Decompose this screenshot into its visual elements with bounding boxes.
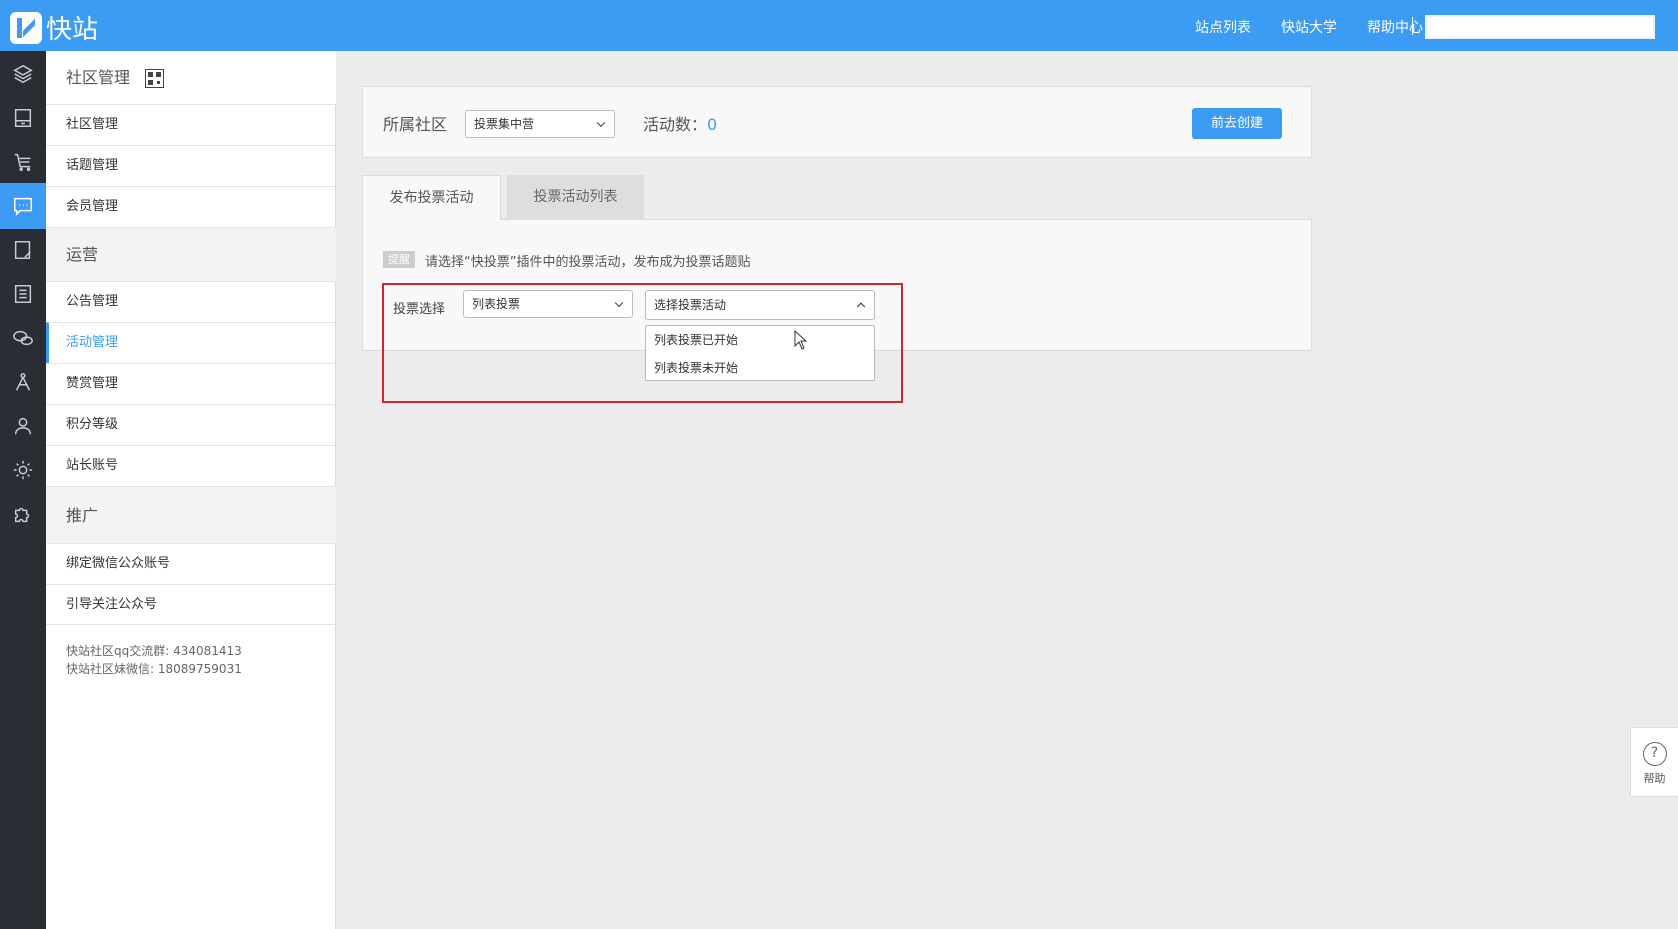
wechat-contact-info: 快站社区妹微信: 18089759031 bbox=[66, 662, 242, 676]
community-select[interactable]: 投票集中营 bbox=[465, 110, 615, 138]
dropdown-option-not-started[interactable]: 列表投票未开始 bbox=[646, 354, 874, 382]
nav-university[interactable]: 快站大学 bbox=[1281, 17, 1337, 37]
sidebar-contact-info: 快站社区qq交流群: 434081413 快站社区妹微信: 1808975903… bbox=[66, 642, 242, 678]
chevron-up-icon bbox=[856, 302, 866, 312]
rail-wechat[interactable] bbox=[0, 315, 46, 361]
rail-user[interactable] bbox=[0, 403, 46, 449]
activity-dropdown: 列表投票已开始 列表投票未开始 bbox=[645, 325, 875, 381]
qq-group-info: 快站社区qq交流群: 434081413 bbox=[66, 644, 242, 658]
chat-icon bbox=[14, 197, 32, 217]
vote-type-value: 列表投票 bbox=[472, 297, 521, 311]
list-doc-icon bbox=[14, 285, 32, 303]
rail-chat[interactable] bbox=[0, 183, 46, 229]
activity-select-placeholder: 选择投票活动 bbox=[654, 298, 727, 312]
rail-cart[interactable] bbox=[0, 139, 46, 185]
community-card: 所属社区 投票集中营 活动数：0 前去创建 bbox=[362, 86, 1312, 158]
sidebar-item-community[interactable]: 社区管理 bbox=[46, 104, 336, 145]
sidebar-item-topics[interactable]: 话题管理 bbox=[46, 145, 336, 186]
account-field[interactable] bbox=[1425, 15, 1655, 39]
logo-mark-icon bbox=[10, 11, 42, 44]
nav-divider bbox=[1412, 17, 1413, 35]
sidebar-title-text: 社区管理 bbox=[66, 68, 131, 87]
sidebar-section-promotion: 推广 bbox=[46, 486, 336, 543]
compass-icon bbox=[15, 373, 31, 391]
layers-icon bbox=[13, 64, 33, 84]
chevron-down-icon bbox=[596, 118, 606, 128]
wechat-icon bbox=[13, 330, 33, 346]
tab-vote-list[interactable]: 投票活动列表 bbox=[507, 175, 644, 220]
edit-doc-icon bbox=[14, 241, 31, 259]
tab-publish-vote[interactable]: 发布投票活动 bbox=[362, 175, 501, 220]
rail-plugins[interactable] bbox=[0, 491, 46, 537]
activity-select[interactable]: 选择投票活动 bbox=[645, 290, 875, 320]
question-icon: ? bbox=[1642, 742, 1667, 766]
rail-list-doc[interactable] bbox=[0, 271, 46, 317]
sidebar-item-announcements[interactable]: 公告管理 bbox=[46, 281, 336, 322]
gear-icon bbox=[13, 460, 33, 480]
mouse-cursor-icon bbox=[794, 330, 808, 350]
brand-name: 快站 bbox=[46, 15, 99, 45]
community-label: 所属社区 bbox=[383, 115, 448, 134]
sidebar-item-follow-guide[interactable]: 引导关注公众号 bbox=[46, 584, 336, 625]
puzzle-icon bbox=[14, 507, 30, 523]
sidebar-item-activities[interactable]: 活动管理 bbox=[46, 322, 336, 363]
sidebar-item-members[interactable]: 会员管理 bbox=[46, 186, 336, 227]
sidebar: 社区管理 社区管理 话题管理 会员管理 运营 公告管理 活动管理 赞赏管理 积分… bbox=[46, 51, 336, 929]
create-button[interactable]: 前去创建 bbox=[1192, 108, 1282, 139]
nav-site-list[interactable]: 站点列表 bbox=[1195, 17, 1251, 37]
rail-settings[interactable] bbox=[0, 447, 46, 493]
rail-layers[interactable] bbox=[0, 51, 46, 97]
vote-type-select[interactable]: 列表投票 bbox=[463, 290, 633, 318]
user-icon bbox=[14, 417, 32, 435]
community-select-value: 投票集中营 bbox=[474, 117, 535, 131]
help-label: 帮助 bbox=[1643, 772, 1666, 785]
brand-logo[interactable]: 快站 bbox=[10, 9, 98, 46]
icon-rail bbox=[0, 51, 46, 929]
rail-edit-doc[interactable] bbox=[0, 227, 46, 273]
sidebar-section-operations: 运营 bbox=[46, 227, 336, 281]
page-icon bbox=[14, 109, 32, 127]
sidebar-item-admin-account[interactable]: 站长账号 bbox=[46, 445, 336, 486]
activity-count: 活动数：0 bbox=[643, 111, 717, 135]
qr-code-icon[interactable] bbox=[145, 69, 165, 88]
chevron-down-icon bbox=[614, 298, 624, 308]
tip-text: 请选择“快投票”插件中的投票活动，发布成为投票话题贴 bbox=[425, 255, 751, 270]
activity-count-label: 活动数： bbox=[643, 115, 708, 134]
tip-badge: 提醒 bbox=[383, 251, 415, 268]
rail-page[interactable] bbox=[0, 95, 46, 141]
cart-icon bbox=[14, 153, 31, 171]
help-widget[interactable]: ? 帮助 bbox=[1630, 727, 1678, 797]
sidebar-item-bind-wechat[interactable]: 绑定微信公众账号 bbox=[46, 543, 336, 584]
rail-compass[interactable] bbox=[0, 359, 46, 405]
vote-select-label: 投票选择 bbox=[393, 302, 446, 317]
activity-count-value: 0 bbox=[707, 115, 718, 134]
dropdown-option-started[interactable]: 列表投票已开始 bbox=[646, 326, 874, 354]
nav-help-center[interactable]: 帮助中心 bbox=[1367, 17, 1423, 37]
sidebar-title: 社区管理 bbox=[46, 51, 336, 104]
top-bar: 快站 站点列表 快站大学 帮助中心 bbox=[0, 0, 1678, 51]
sidebar-item-rewards[interactable]: 赞赏管理 bbox=[46, 363, 336, 404]
sidebar-item-points[interactable]: 积分等级 bbox=[46, 404, 336, 445]
